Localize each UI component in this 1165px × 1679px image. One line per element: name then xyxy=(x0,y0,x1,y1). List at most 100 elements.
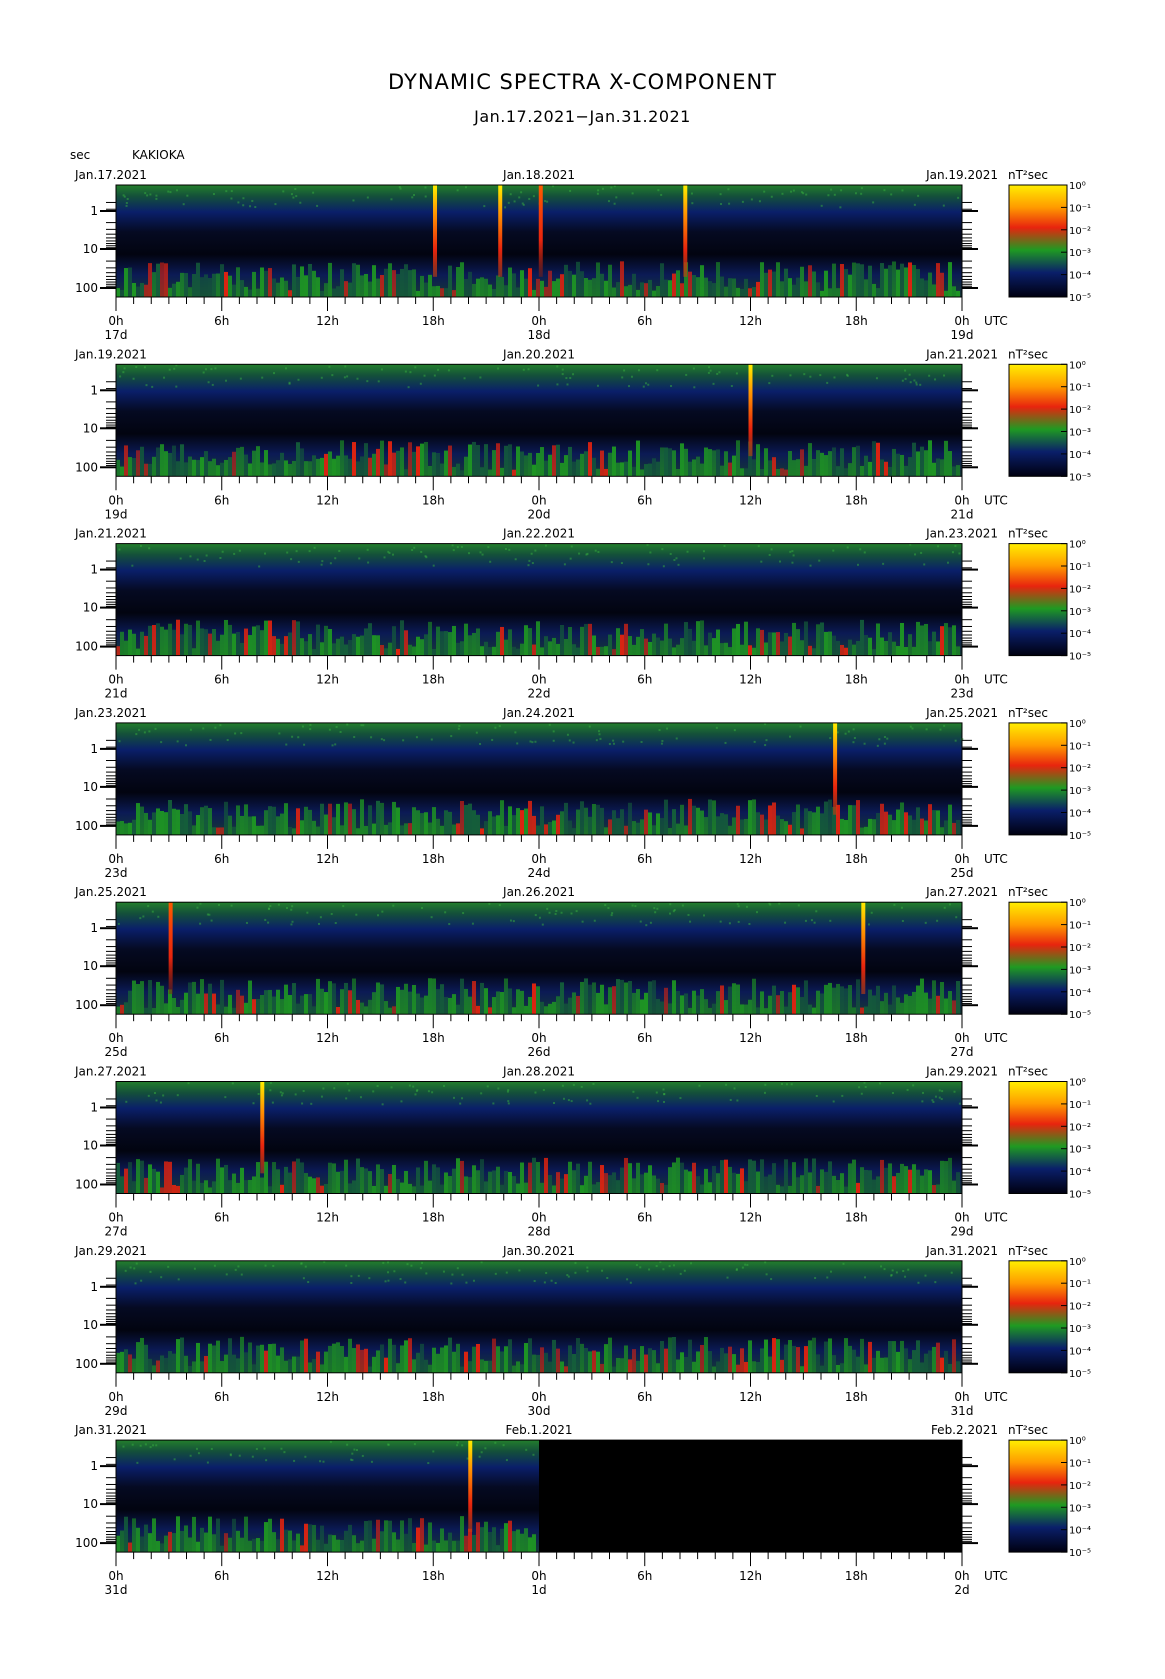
noise-patch xyxy=(788,824,792,835)
noise-patch xyxy=(588,816,592,835)
noise-patch xyxy=(272,278,276,297)
speckle xyxy=(561,373,564,376)
noise-patch xyxy=(152,272,156,297)
noise-patch xyxy=(204,451,208,477)
noise-patch xyxy=(216,273,220,297)
noise-patch xyxy=(456,463,460,477)
noise-patch xyxy=(508,806,512,835)
noise-patch xyxy=(864,455,868,477)
noise-patch xyxy=(684,825,688,835)
noise-patch xyxy=(336,1342,340,1373)
noise-patch xyxy=(364,1006,368,1015)
speckle xyxy=(497,367,500,370)
speckle xyxy=(167,190,170,193)
day-label: 27d xyxy=(105,1225,128,1239)
speckle xyxy=(693,386,696,389)
noise-patch xyxy=(664,1184,668,1194)
speckle xyxy=(122,1445,125,1448)
y-tick-label: 10 xyxy=(83,1318,98,1332)
noise-patch xyxy=(376,448,380,477)
noise-patch xyxy=(728,1346,732,1373)
noise-patch xyxy=(800,828,804,835)
noise-patch xyxy=(380,440,384,477)
x-tick-label: 0h xyxy=(954,314,969,328)
y-tick-label: 100 xyxy=(75,1178,98,1192)
noise-patch xyxy=(432,1540,436,1553)
noise-patch xyxy=(876,288,880,297)
noise-patch xyxy=(860,827,864,835)
noise-patch xyxy=(308,634,312,656)
noise-patch xyxy=(936,1184,940,1194)
speckle xyxy=(647,563,650,566)
noise-patch xyxy=(400,825,404,835)
noise-patch xyxy=(808,811,812,835)
noise-patch xyxy=(144,1524,148,1553)
noise-patch xyxy=(464,988,468,1015)
noise-patch xyxy=(284,280,288,297)
noise-patch xyxy=(496,991,500,1015)
speckle xyxy=(514,558,517,561)
speckle xyxy=(367,561,370,564)
noise-patch xyxy=(804,621,808,656)
speckle xyxy=(755,911,758,914)
noise-patch xyxy=(336,1006,340,1015)
speckle xyxy=(763,1091,766,1094)
noise-patch xyxy=(228,1537,232,1553)
speckle xyxy=(430,916,433,919)
noise-patch xyxy=(404,469,408,477)
noise-patch xyxy=(348,1338,352,1373)
noise-patch xyxy=(232,1173,236,1194)
noise-patch xyxy=(256,1538,260,1553)
noise-patch xyxy=(372,992,376,1015)
noise-patch xyxy=(832,635,836,656)
speckle xyxy=(202,727,205,730)
noise-patch xyxy=(424,995,428,1015)
noise-patch xyxy=(392,1344,396,1373)
noise-patch xyxy=(216,1340,220,1373)
speckle xyxy=(902,1269,905,1272)
noise-patch xyxy=(128,1354,132,1373)
speckle xyxy=(908,373,911,376)
speckle xyxy=(924,1274,927,1277)
speckle xyxy=(302,1277,305,1280)
panel-left-date: Jan.29.2021 xyxy=(74,1244,147,1258)
noise-patch xyxy=(168,1161,172,1194)
speckle xyxy=(376,1084,379,1087)
speckle xyxy=(202,371,205,374)
noise-patch xyxy=(680,638,684,656)
noise-patch xyxy=(176,1339,180,1373)
noise-patch xyxy=(136,984,140,1015)
speckle xyxy=(642,385,645,388)
noise-patch xyxy=(628,284,632,297)
noise-patch xyxy=(144,1344,148,1373)
noise-patch xyxy=(760,1159,764,1194)
y-tick-label: 10 xyxy=(83,601,98,615)
x-tick-label: 12h xyxy=(739,493,762,507)
noise-patch xyxy=(892,820,896,835)
noise-patch xyxy=(748,645,752,656)
colorbar-tick-label: 10⁻⁵ xyxy=(1069,1369,1091,1380)
speckle xyxy=(419,1267,422,1270)
speckle xyxy=(140,1279,143,1282)
noise-patch xyxy=(564,455,568,477)
noise-patch xyxy=(552,637,556,656)
speckle xyxy=(278,732,281,735)
noise-patch xyxy=(184,1167,188,1194)
speckle xyxy=(291,920,294,923)
speckle xyxy=(601,1269,604,1272)
noise-patch xyxy=(256,1345,260,1373)
spike-event xyxy=(683,185,688,277)
noise-patch xyxy=(520,810,524,835)
noise-patch xyxy=(932,1346,936,1373)
speckle xyxy=(144,1443,147,1446)
noise-patch xyxy=(332,983,336,1015)
noise-patch xyxy=(320,642,324,656)
speckle xyxy=(277,903,280,906)
speckle xyxy=(939,728,942,731)
noise-patch xyxy=(360,1540,364,1553)
noise-patch xyxy=(604,1004,608,1015)
noise-patch xyxy=(272,1162,276,1194)
noise-patch xyxy=(136,450,140,477)
noise-patch xyxy=(852,1007,856,1015)
speckle xyxy=(538,916,541,919)
